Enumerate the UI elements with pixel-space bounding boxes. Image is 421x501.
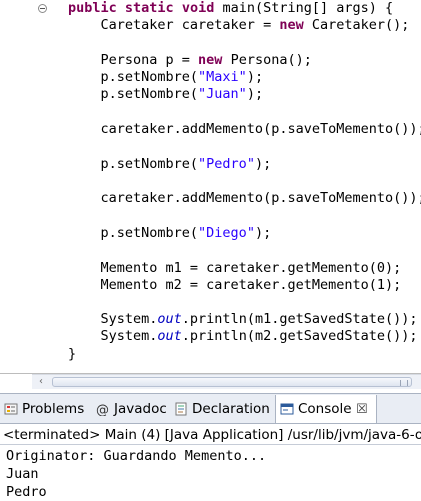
code-line[interactable]: System.out.println(m2.getSavedState());	[68, 328, 418, 345]
str-token: "Pedro"	[198, 156, 255, 172]
console-output-line: Juan	[6, 466, 39, 482]
fold-collapse-icon[interactable]	[38, 4, 47, 13]
code-line[interactable]: p.setNombre("Diego");	[68, 225, 272, 242]
code-token: System.	[68, 328, 158, 344]
code-line[interactable]: p.setNombre("Pedro");	[68, 156, 272, 173]
code-token: .println(m2.getSavedState());	[181, 328, 418, 344]
tab-console-label: Console	[298, 401, 352, 417]
console-output-line: Originator: Guardando Memento...	[6, 448, 267, 464]
code-token: main(String[] args) {	[214, 0, 394, 16]
code-token: Caretaker();	[303, 17, 410, 33]
svg-text:@: @	[96, 403, 109, 416]
code-token: caretaker.addMemento(p.saveToMemento());	[68, 121, 421, 137]
code-token: Memento m2 = caretaker.getMemento(1);	[68, 277, 402, 293]
kw-token: static	[124, 0, 174, 16]
scrollbar-thumb[interactable]	[52, 377, 412, 387]
code-token: Persona();	[222, 52, 312, 68]
code-token: }	[68, 346, 77, 362]
scroll-left-icon[interactable]: ‹	[34, 376, 48, 388]
code-token: p.setNombre(	[68, 86, 199, 102]
kw-token: new	[198, 52, 223, 68]
code-token: Memento m1 = caretaker.getMemento(0);	[68, 260, 402, 276]
code-token: p.setNombre(	[68, 225, 199, 241]
code-token: p.setNombre(	[68, 156, 199, 172]
declaration-icon	[175, 402, 187, 416]
code-line[interactable]: public static void main(String[] args) {	[68, 0, 393, 17]
static-field-token: out	[157, 328, 182, 344]
folding-ruler	[16, 0, 47, 373]
tab-problems-label: Problems	[22, 401, 85, 417]
code-line[interactable]: Memento m1 = caretaker.getMemento(0);	[68, 260, 402, 277]
code-token: );	[254, 225, 272, 241]
console-output[interactable]: Originator: Guardando Memento... Juan Pedr…	[0, 445, 421, 501]
code-token: );	[246, 86, 264, 102]
editor-gutter	[0, 0, 16, 373]
code-editor[interactable]: public static void main(String[] args) {…	[0, 0, 421, 374]
code-line[interactable]: p.setNombre("Juan");	[68, 86, 264, 103]
console-status: <terminated> Main (4) [Java Application]…	[0, 425, 421, 445]
code-token: Caretaker caretaker =	[68, 17, 280, 33]
code-token: System.	[68, 311, 158, 327]
code-line[interactable]: p.setNombre("Maxi");	[68, 69, 264, 86]
close-console-icon[interactable]: ☒	[356, 402, 368, 417]
code-line[interactable]: Caretaker caretaker = new Caretaker();	[68, 17, 410, 34]
console-icon	[280, 403, 294, 415]
horizontal-scrollbar[interactable]: ‹	[32, 374, 421, 389]
problems-icon	[4, 403, 18, 415]
code-line[interactable]: System.out.println(m1.getSavedState());	[68, 311, 418, 328]
code-line[interactable]: Memento m2 = caretaker.getMemento(1);	[68, 277, 402, 294]
code-token: caretaker.addMemento(p.saveToMemento());	[68, 190, 421, 206]
code-token: );	[254, 156, 272, 172]
javadoc-icon: @	[96, 403, 109, 416]
code-line[interactable]: }	[68, 346, 76, 363]
static-field-token: out	[157, 311, 182, 327]
scrollbar-grip	[400, 380, 408, 386]
console-output-line: Pedro	[6, 484, 47, 500]
code-line[interactable]: caretaker.addMemento(p.saveToMemento());	[68, 121, 421, 138]
code-line[interactable]: Persona p = new Persona();	[68, 52, 312, 69]
code-token: .println(m1.getSavedState());	[181, 311, 418, 327]
code-token: );	[246, 69, 264, 85]
code-line[interactable]: caretaker.addMemento(p.saveToMemento());	[68, 190, 421, 207]
tab-javadoc-label: Javadoc	[114, 401, 167, 417]
kw-token: new	[279, 17, 304, 33]
code-token: Persona p =	[68, 52, 199, 68]
code-token: p.setNombre(	[68, 69, 199, 85]
str-token: "Juan"	[198, 86, 247, 102]
tab-declaration-label: Declaration	[192, 401, 270, 417]
str-token: "Diego"	[198, 225, 255, 241]
kw-token: public	[68, 0, 117, 16]
kw-token: void	[181, 0, 215, 16]
str-token: "Maxi"	[198, 69, 247, 85]
